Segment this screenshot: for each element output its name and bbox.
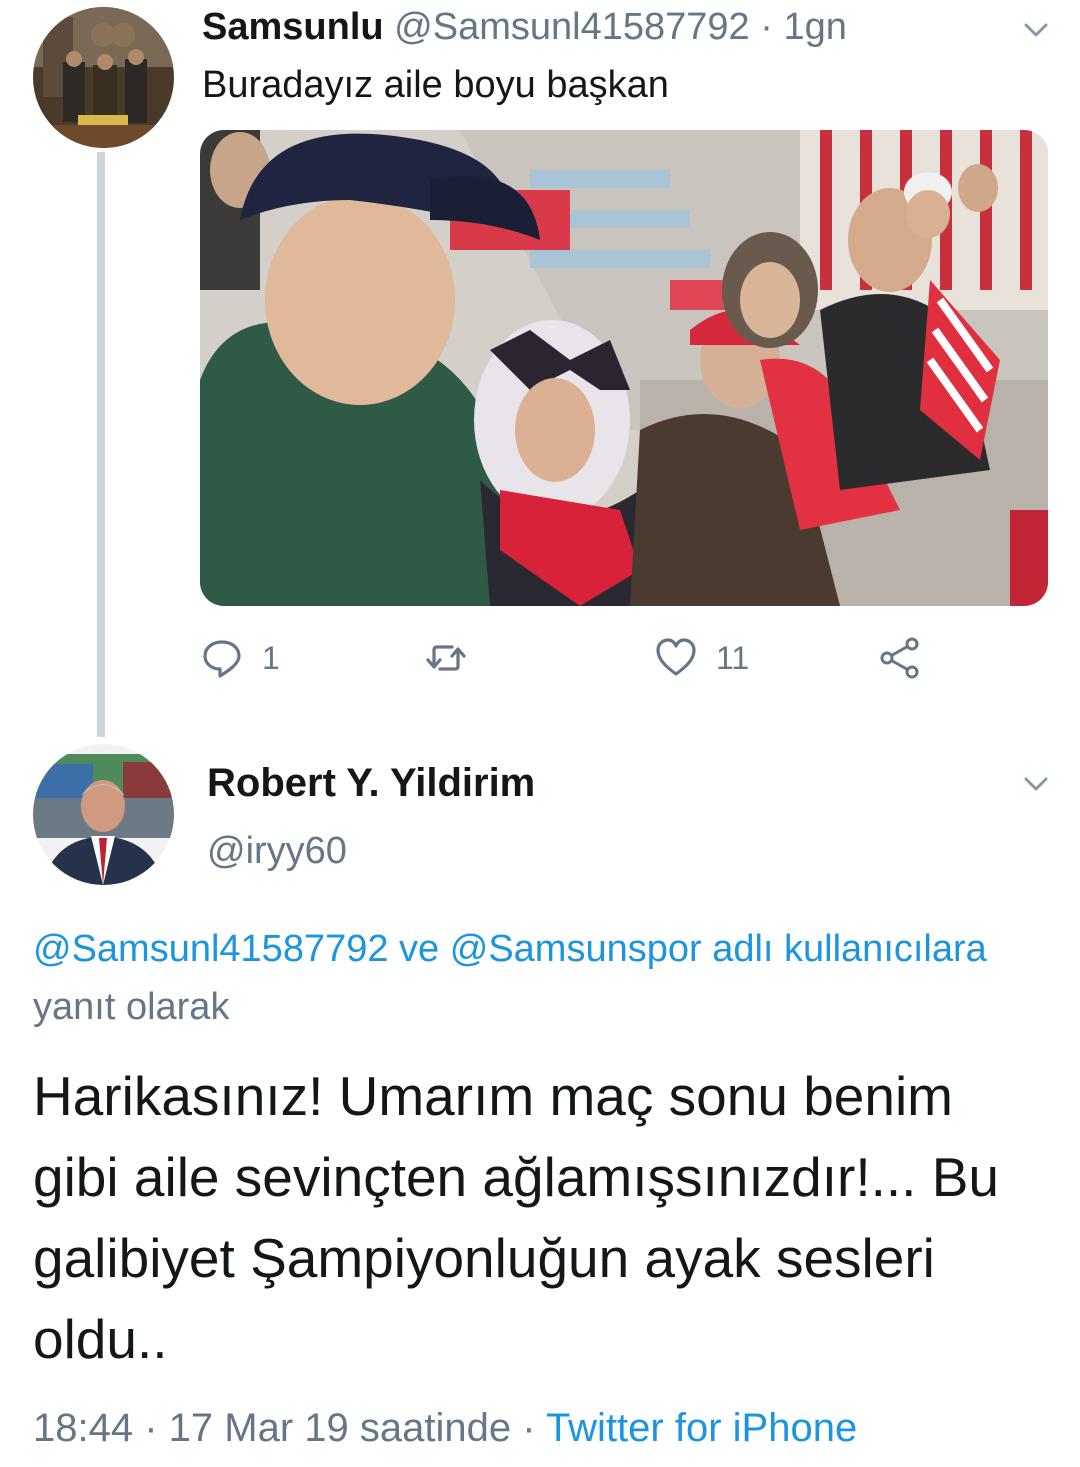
separator-dot: · xyxy=(511,1406,546,1450)
replying-suffix: yanıt olarak xyxy=(33,986,230,1028)
tweet-time[interactable]: 1gn xyxy=(783,6,846,48)
tweet-date: 17 Mar 19 saatinde xyxy=(168,1406,512,1450)
thread-connector-line xyxy=(97,152,105,737)
tweet-photo[interactable] xyxy=(200,130,1048,606)
display-name[interactable]: Samsunlu xyxy=(202,6,384,48)
separator-dot: · xyxy=(760,6,773,48)
tweet-text: Harikasınız! Umarım maç sonu benim gibi … xyxy=(33,1065,1000,1370)
share-icon xyxy=(880,637,919,679)
user-handle[interactable]: @Samsunl41587792 xyxy=(394,6,750,48)
samsunlu-avatar[interactable] xyxy=(33,7,174,148)
replying-connector: ve xyxy=(388,928,450,970)
like-button[interactable]: 11 xyxy=(654,628,749,688)
mention-link[interactable]: @Samsunl41587792 xyxy=(33,928,389,970)
share-button[interactable] xyxy=(878,628,922,688)
robert-avatar[interactable] xyxy=(33,744,174,885)
display-name[interactable]: Robert Y. Yildirim xyxy=(207,756,535,810)
tweet1-header: Samsunlu @Samsunl41587792 · 1gn xyxy=(202,2,847,52)
tweet-time: 18:44 xyxy=(33,1406,134,1450)
separator-dot: · xyxy=(133,1406,169,1450)
tweet-meta: 18:44 · 17 Mar 19 saatinde · Twitter for… xyxy=(33,1398,857,1458)
like-count: 11 xyxy=(716,639,750,676)
tweet1-actions: 1 11 xyxy=(200,628,1048,688)
reply-count: 1 xyxy=(262,639,280,676)
retweet-button[interactable] xyxy=(424,628,486,688)
user-handle[interactable]: @iryy60 xyxy=(207,824,347,878)
heart-icon xyxy=(656,638,696,676)
replying-to: @Samsunl41587792 ve @Samsunspor adlı kul… xyxy=(33,920,1033,1036)
chevron-down-icon[interactable] xyxy=(1020,14,1052,46)
tweet-text: Buradayız aile boyu başkan xyxy=(202,64,669,106)
tweet-source-link[interactable]: Twitter for iPhone xyxy=(546,1406,857,1450)
chevron-down-icon[interactable] xyxy=(1020,768,1052,800)
mention-link[interactable]: @Samsunspor adlı kullanıcılara xyxy=(450,928,987,970)
retweet-icon xyxy=(426,645,466,671)
reply-button[interactable]: 1 xyxy=(200,628,280,688)
reply-bubble-icon xyxy=(203,640,241,678)
